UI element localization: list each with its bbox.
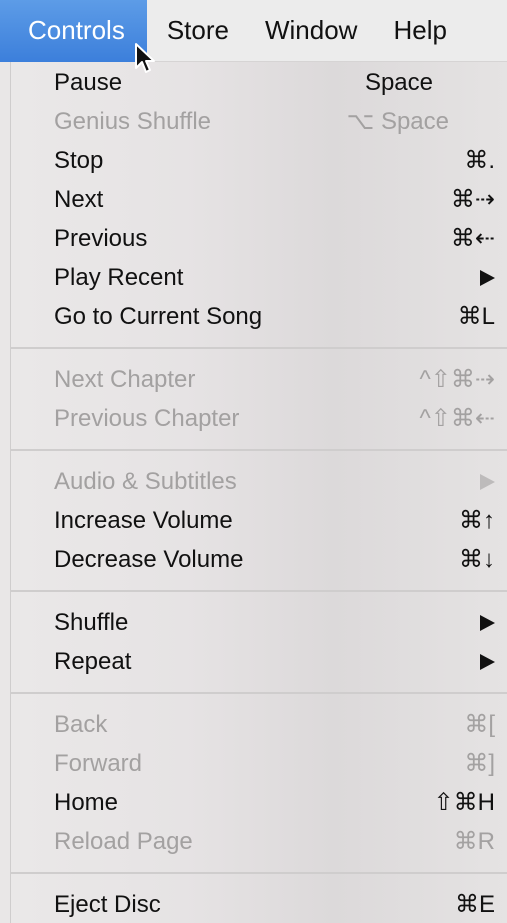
menu-item-label: Go to Current Song [54, 302, 263, 330]
menu-separator [11, 861, 507, 885]
menu-item-shortcut: ⇧⌘H [433, 789, 495, 816]
menu-item-pause[interactable]: Pause Space [11, 63, 507, 102]
menu-item-shortcut: Space [364, 68, 433, 96]
menu-item-label: Next Chapter [54, 365, 196, 393]
menu-item-label: Previous [54, 224, 148, 252]
menu-item-shortcut: ^⇧⌘⇢ [419, 366, 495, 393]
menu-item-shortcut: ⌘L [457, 303, 495, 330]
menu-item-back[interactable]: Back ⌘[ [11, 705, 507, 744]
menu-item-play-recent[interactable]: Play Recent [11, 258, 507, 297]
menu-item-label: Pause [54, 68, 123, 96]
menu-item-go-to-current-song[interactable]: Go to Current Song ⌘L [11, 297, 507, 336]
menu-item-next-chapter[interactable]: Next Chapter ^⇧⌘⇢ [11, 360, 507, 399]
menu-bar: Controls Store Window Help [0, 0, 507, 62]
submenu-arrow-icon [480, 269, 495, 286]
menubar-window[interactable]: Window [247, 0, 375, 62]
menu-item-increase-volume[interactable]: Increase Volume ⌘↑ [11, 501, 507, 540]
menu-item-decrease-volume[interactable]: Decrease Volume ⌘↓ [11, 540, 507, 579]
mouse-pointer-icon [135, 43, 155, 73]
menu-item-previous[interactable]: Previous ⌘⇠ [11, 219, 507, 258]
menu-item-label: Reload Page [54, 827, 193, 855]
menu-item-label: Repeat [54, 647, 132, 675]
menu-item-shortcut: ⌘⇢ [450, 186, 495, 213]
menu-separator [11, 681, 507, 705]
menu-item-shortcut: ⌘[ [464, 711, 495, 738]
menu-item-label: Increase Volume [54, 506, 233, 534]
menu-item-stop[interactable]: Stop ⌘. [11, 141, 507, 180]
menu-separator [11, 579, 507, 603]
menu-item-shortcut: ⌘↑ [459, 507, 495, 534]
menu-item-repeat[interactable]: Repeat [11, 642, 507, 681]
menu-item-label: Eject Disc [54, 890, 161, 918]
menu-item-shortcut: ⌘. [464, 147, 495, 174]
menu-item-genius-shuffle[interactable]: Genius Shuffle ⌥ Space [11, 102, 507, 141]
menu-item-label: Previous Chapter [54, 404, 240, 432]
menu-item-shuffle[interactable]: Shuffle [11, 603, 507, 642]
menu-item-label: Audio & Subtitles [54, 467, 237, 495]
menu-separator [11, 336, 507, 360]
menubar-controls[interactable]: Controls [0, 0, 147, 62]
menu-item-shortcut: ⌘⇠ [450, 225, 495, 252]
menu-item-forward[interactable]: Forward ⌘] [11, 744, 507, 783]
menu-item-label: Decrease Volume [54, 545, 244, 573]
menu-item-label: Genius Shuffle [54, 107, 211, 135]
menu-item-next[interactable]: Next ⌘⇢ [11, 180, 507, 219]
submenu-arrow-icon [480, 473, 495, 490]
menu-item-shortcut: ⌘E [454, 891, 495, 918]
menu-separator [11, 438, 507, 462]
controls-menu: Pause Space Genius Shuffle ⌥ Space Stop ⌘. Nex… [10, 62, 507, 923]
menu-item-label: Next [54, 185, 104, 213]
menubar-help[interactable]: Help [375, 0, 464, 62]
submenu-arrow-icon [480, 614, 495, 631]
menu-item-shortcut: ⌘] [464, 750, 495, 777]
menu-item-label: Play Recent [54, 263, 184, 291]
menu-item-reload-page[interactable]: Reload Page ⌘R [11, 822, 507, 861]
menubar-store[interactable]: Store [149, 0, 247, 62]
menu-item-label: Back [54, 710, 108, 738]
menu-item-label: Shuffle [54, 608, 129, 636]
menu-item-home[interactable]: Home ⇧⌘H [11, 783, 507, 822]
menu-item-shortcut: ⌘R [453, 828, 495, 855]
screen: Controls Store Window Help Pause Space Gen… [0, 0, 507, 923]
menu-item-label: Forward [54, 749, 143, 777]
menu-item-label: Stop [54, 146, 104, 174]
menu-item-audio-subtitles[interactable]: Audio & Subtitles [11, 462, 507, 501]
menu-item-shortcut: ⌘↓ [459, 546, 495, 573]
menu-item-shortcut: ⌥ Space [346, 108, 449, 135]
menu-item-shortcut: ^⇧⌘⇠ [419, 405, 495, 432]
menu-item-previous-chapter[interactable]: Previous Chapter ^⇧⌘⇠ [11, 399, 507, 438]
menu-item-eject-disc[interactable]: Eject Disc ⌘E [11, 885, 507, 923]
submenu-arrow-icon [480, 653, 495, 670]
menu-item-label: Home [54, 788, 119, 816]
